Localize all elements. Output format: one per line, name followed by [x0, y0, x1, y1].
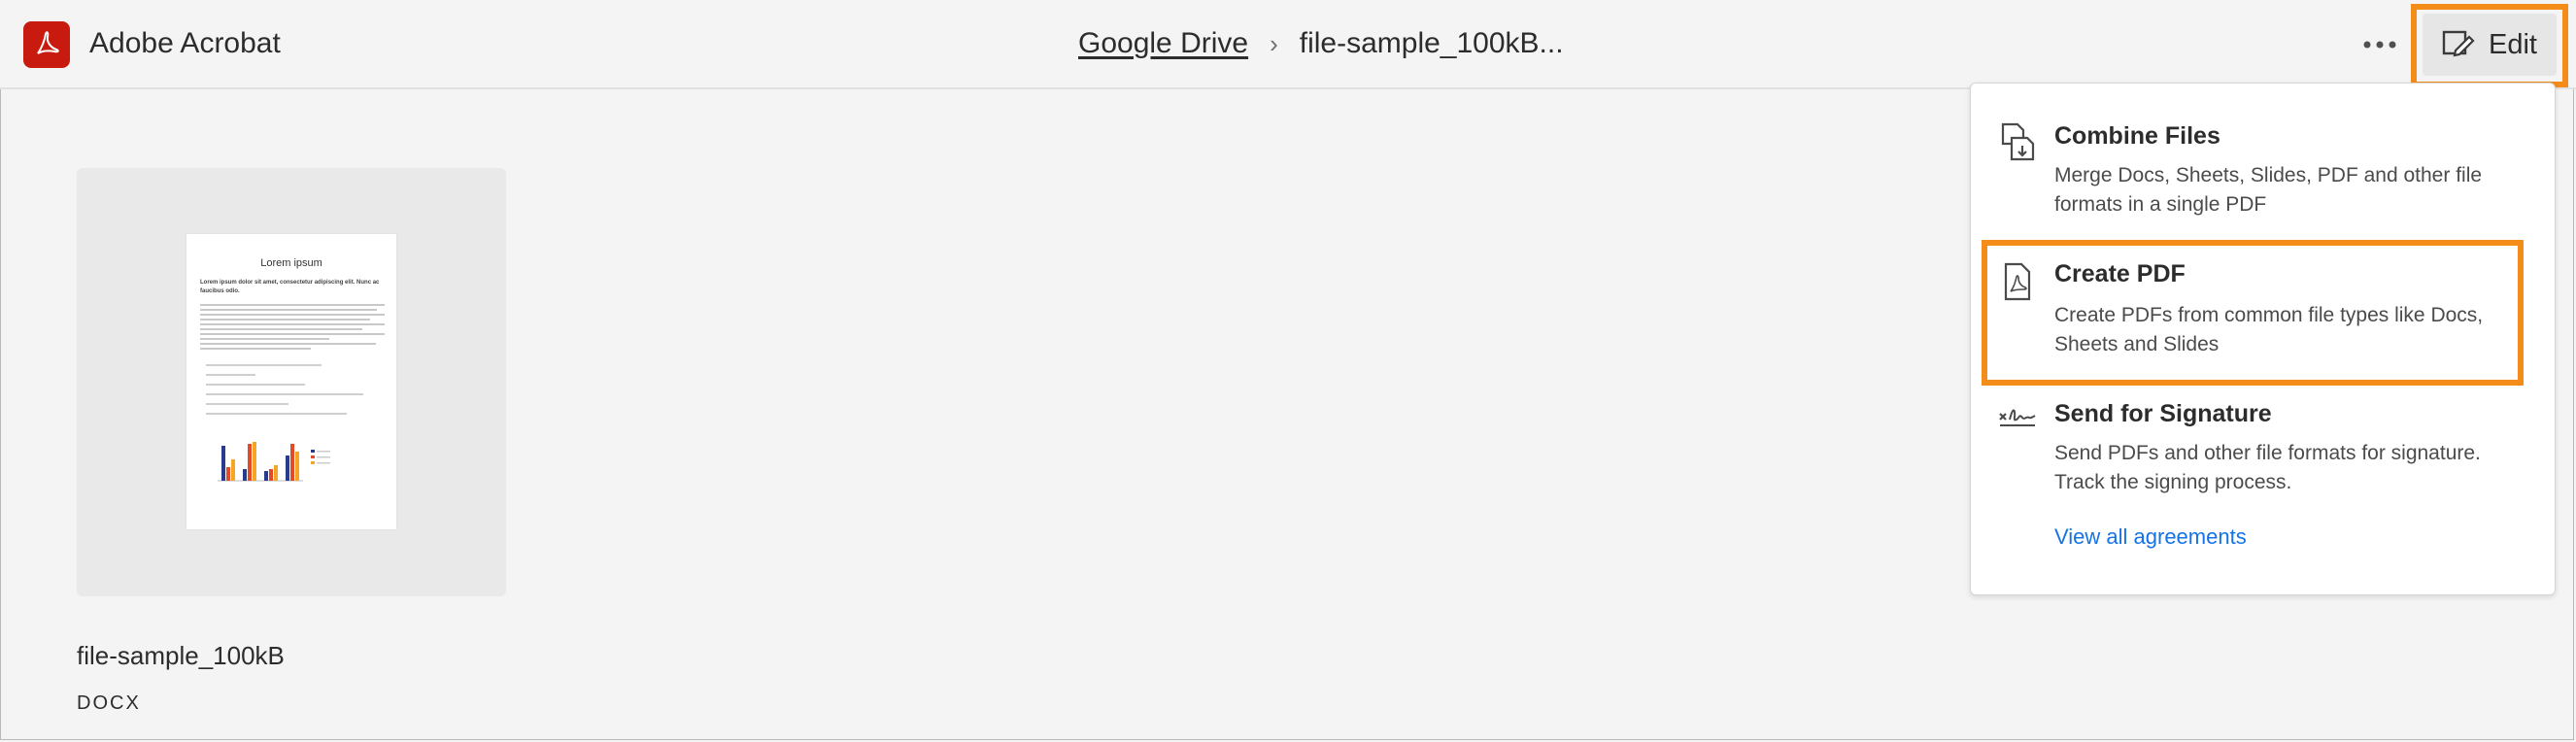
- view-all-agreements-link[interactable]: View all agreements: [2054, 524, 2247, 550]
- preview-bullets: [206, 364, 371, 422]
- edit-button-highlight: [2411, 4, 2568, 87]
- menu-item-title: Send for Signature: [2054, 400, 2272, 427]
- app-name: Adobe Acrobat: [89, 27, 281, 59]
- file-type: DOCX: [77, 692, 141, 714]
- signature-icon: [1999, 409, 2036, 426]
- combine-files-icon: [2001, 122, 2035, 161]
- preview-text-lines: [200, 304, 385, 353]
- document-preview: Lorem ipsum Lorem ipsum dolor sit amet, …: [186, 234, 396, 529]
- more-options-button[interactable]: [2356, 27, 2403, 62]
- more-icon: [2363, 41, 2396, 49]
- breadcrumb-google-drive-link[interactable]: Google Drive: [1078, 27, 1248, 60]
- preview-title: Lorem ipsum: [260, 257, 322, 269]
- menu-item-combine-files[interactable]: Combine Files Merge Docs, Sheets, Slides…: [1971, 113, 2555, 239]
- chevron-right-icon: ›: [1270, 28, 1278, 58]
- menu-item-title: Combine Files: [2054, 122, 2220, 150]
- create-pdf-highlight: [1982, 240, 2524, 386]
- file-thumbnail-card[interactable]: Lorem ipsum Lorem ipsum dolor sit amet, …: [77, 168, 506, 596]
- top-bar: Adobe Acrobat Google Drive › file-sample…: [0, 0, 2576, 89]
- preview-mini-chart: [218, 442, 330, 482]
- file-name[interactable]: file-sample_100kB: [77, 641, 285, 671]
- preview-subtitle: Lorem ipsum dolor sit amet, consectetur …: [200, 280, 380, 294]
- breadcrumb-current-file: file-sample_100kB...: [1299, 27, 1564, 59]
- menu-item-description: Merge Docs, Sheets, Slides, PDF and othe…: [2054, 164, 2483, 216]
- breadcrumb: Google Drive › file-sample_100kB...: [1078, 27, 1564, 60]
- acrobat-logo-icon: [23, 21, 70, 68]
- menu-item-description: Send PDFs and other file formats for sig…: [2054, 442, 2481, 493]
- menu-item-send-for-signature[interactable]: Send for Signature Send PDFs and other f…: [1971, 392, 2555, 519]
